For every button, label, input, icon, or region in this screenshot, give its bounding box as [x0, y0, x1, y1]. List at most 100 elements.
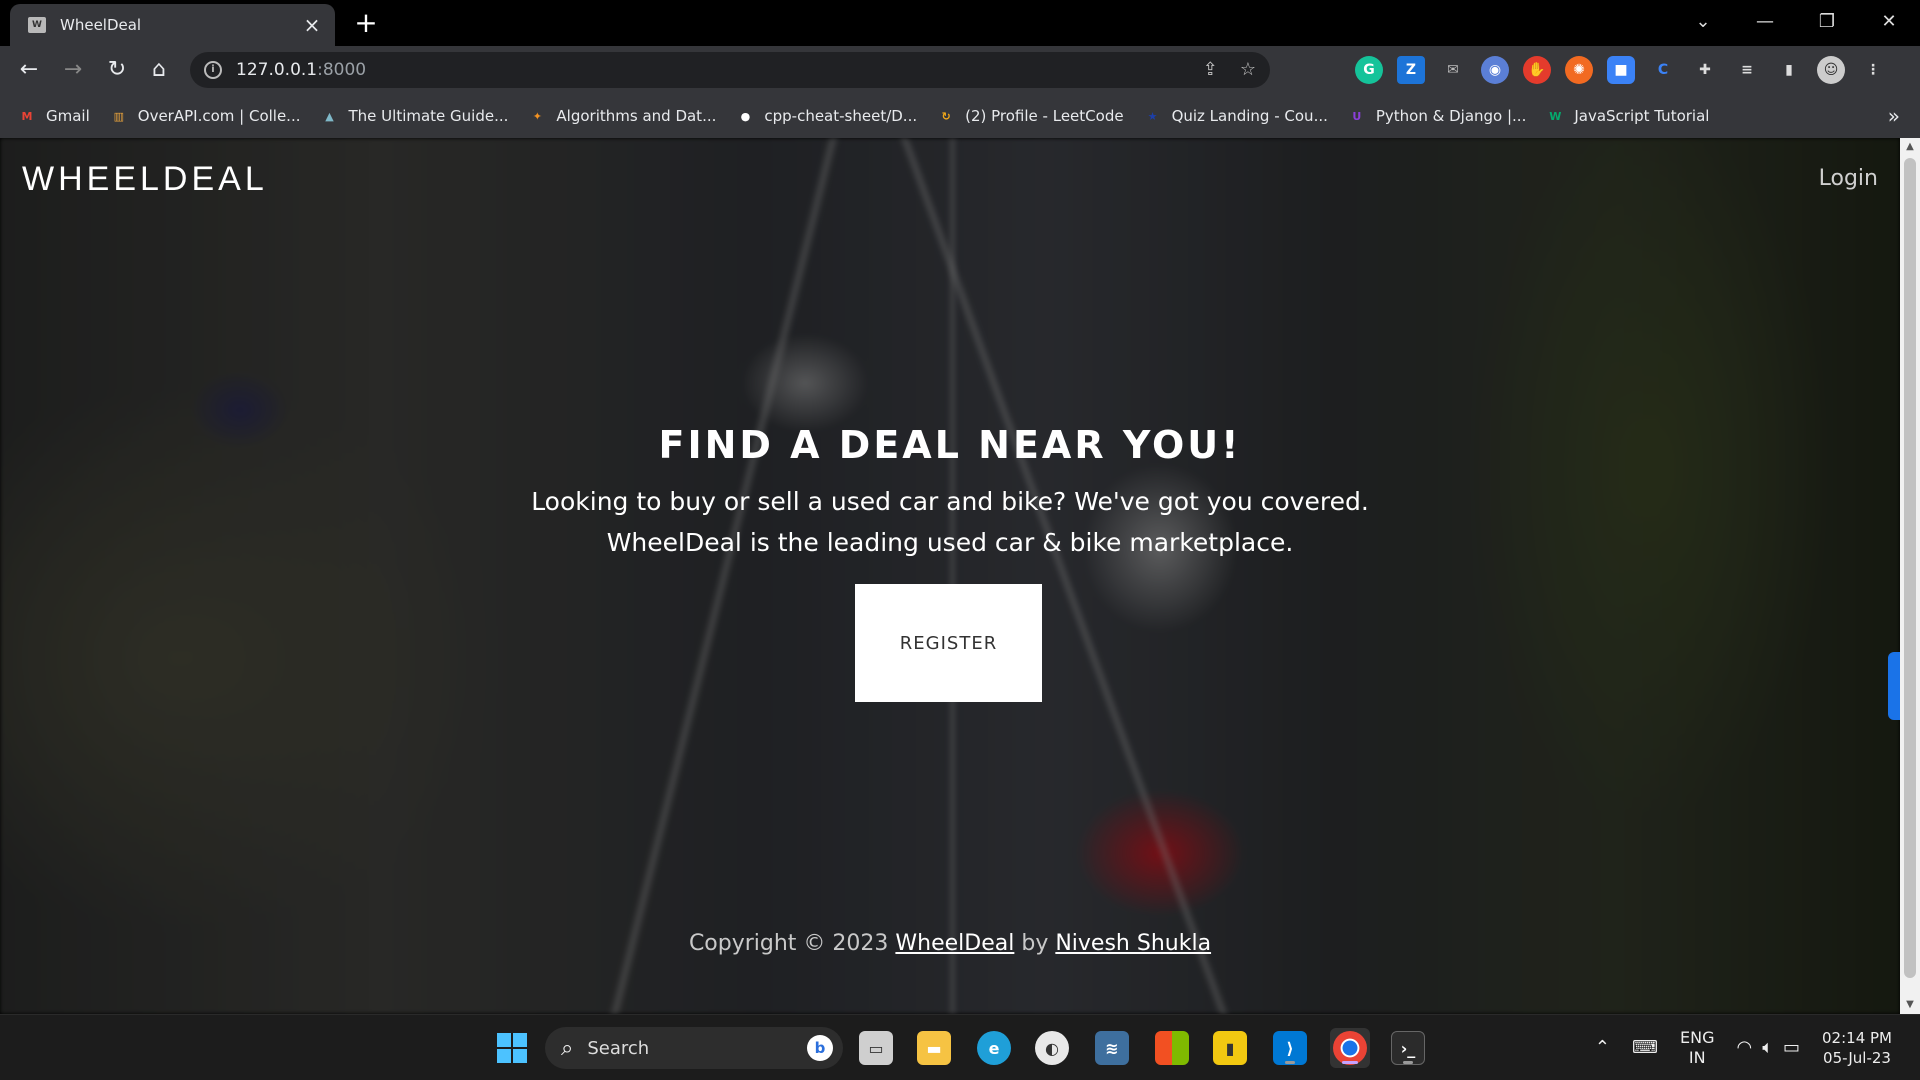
login-link[interactable]: Login	[1819, 166, 1878, 191]
clock[interactable]: 02:14 PM 05-Jul-23	[1822, 1028, 1892, 1068]
windows-taskbar: ⌕ Search b ▭ ▬ e ◐ ≋ ▮ ⟩ ›_ ⌃ ⌨ ENG IN ◠ …	[0, 1014, 1920, 1080]
bookmark-star-icon[interactable]: ☆	[1240, 59, 1256, 80]
scroll-up-icon[interactable]: ▲	[1900, 138, 1920, 156]
language-indicator[interactable]: ENG IN	[1680, 1028, 1714, 1068]
bookmark-favicon-icon: U	[1352, 109, 1362, 123]
zotero-icon[interactable]: Z	[1397, 56, 1425, 84]
store-icon	[1155, 1031, 1189, 1065]
task-view-button[interactable]: ▭	[856, 1028, 896, 1068]
site-favicon-icon: W	[28, 17, 46, 33]
bookmark-item[interactable]: ● cpp-cheat-sheet/D...	[736, 107, 918, 125]
page-scrollbar[interactable]: ▲ ▼	[1900, 138, 1920, 1014]
minimize-button[interactable]: —	[1734, 11, 1796, 32]
workbench-icon: ≋	[1095, 1031, 1129, 1065]
bookmark-favicon-icon: M	[21, 109, 33, 123]
close-window-button[interactable]: ✕	[1858, 11, 1920, 32]
folder-icon: ▬	[917, 1031, 951, 1065]
bookmark-favicon-icon: ✦	[532, 109, 543, 123]
dark-overlay	[0, 138, 1900, 1014]
running-indicator	[1285, 1061, 1295, 1064]
show-hidden-icons-icon[interactable]: ⌃	[1595, 1038, 1610, 1058]
volume-icon[interactable]: 🔈︎	[1762, 1038, 1773, 1058]
bookmark-item[interactable]: U Python & Django |...	[1348, 107, 1526, 125]
hero-section: FIND A DEAL NEAR YOU! Looking to buy or …	[0, 423, 1900, 563]
extension-blue-icon[interactable]: ■	[1607, 56, 1635, 84]
edge-button[interactable]: e	[974, 1028, 1014, 1068]
more-bookmarks-icon[interactable]: »	[1888, 104, 1900, 128]
home-button[interactable]: ⌂	[144, 55, 174, 85]
taskbar-search[interactable]: ⌕ Search b	[545, 1027, 843, 1069]
bookmark-label: Algorithms and Dat...	[556, 107, 717, 125]
bookmark-item[interactable]: W JavaScript Tutorial	[1546, 107, 1709, 125]
bing-icon[interactable]: b	[807, 1035, 833, 1061]
media-control-icon[interactable]: ≡	[1733, 56, 1761, 84]
side-panel-handle[interactable]	[1888, 652, 1900, 720]
search-icon: ⌕	[561, 1035, 574, 1061]
vscode-icon: ⟩	[1273, 1031, 1307, 1065]
tab-search-icon[interactable]: ⌄	[1672, 11, 1734, 32]
browser-toolbar: ← → ↻ ⌂ i 127.0.0.1:8000 ⇪ ☆ G Z ✉ ◉ ✋ ✺…	[0, 46, 1920, 94]
app-green-button[interactable]: ◐	[1032, 1028, 1072, 1068]
tab-title: WheelDeal	[60, 16, 142, 34]
bookmark-item[interactable]: ▥ OverAPI.com | Colle...	[110, 107, 301, 125]
bookmark-item[interactable]: ↻ (2) Profile - LeetCode	[937, 107, 1124, 125]
window-controls: ⌄ — ❐ ✕	[1672, 0, 1920, 42]
footer-brand-link[interactable]: WheelDeal	[895, 931, 1014, 956]
restore-button[interactable]: ❐	[1796, 11, 1858, 32]
bookmark-item[interactable]: ★ Quiz Landing - Cou...	[1144, 107, 1328, 125]
tab-strip: W WheelDeal × + ⌄ — ❐ ✕	[0, 0, 1920, 46]
mysql-workbench-button[interactable]: ≋	[1092, 1028, 1132, 1068]
extension-orange-icon[interactable]: ✺	[1565, 56, 1593, 84]
bookmark-favicon-icon: ▲	[325, 109, 334, 123]
bookmark-item[interactable]: M Gmail	[18, 107, 90, 125]
bookmark-favicon-icon: W	[1549, 109, 1562, 123]
start-button[interactable]	[492, 1028, 532, 1068]
file-explorer-button[interactable]: ▬	[914, 1028, 954, 1068]
bookmarks-bar: M Gmail ▥ OverAPI.com | Colle... ▲ The Ultima…	[0, 94, 1920, 138]
adblock-icon[interactable]: ✋	[1523, 56, 1551, 84]
bookmark-favicon-icon: ↻	[941, 109, 951, 123]
microsoft-store-button[interactable]	[1152, 1028, 1192, 1068]
back-button[interactable]: ←	[14, 55, 44, 85]
bookmark-favicon-icon: ●	[740, 109, 751, 123]
bookmark-item[interactable]: ✦ Algorithms and Dat...	[528, 107, 717, 125]
chrome-button[interactable]	[1330, 1028, 1370, 1068]
register-button[interactable]: REGISTER	[855, 584, 1042, 702]
active-indicator	[1342, 1061, 1358, 1064]
wifi-icon[interactable]: ◠	[1736, 1038, 1752, 1058]
terminal-button[interactable]: ›_	[1388, 1028, 1428, 1068]
keyboard-icon[interactable]: ⌨	[1632, 1038, 1658, 1058]
extensions-area: G Z ✉ ◉ ✋ ✺ ■ C ✚ ≡ ▮ ☺ ⋮	[1355, 56, 1887, 84]
bookmark-favicon-icon: ★	[1147, 109, 1158, 123]
scroll-down-icon[interactable]: ▼	[1900, 996, 1920, 1014]
side-panel-icon[interactable]: ▮	[1775, 56, 1803, 84]
grammarly-icon[interactable]: G	[1355, 56, 1383, 84]
extension-shield-icon[interactable]: ◉	[1481, 56, 1509, 84]
terminal-icon: ›_	[1391, 1031, 1425, 1065]
battery-icon[interactable]: ▭	[1783, 1038, 1800, 1058]
browser-tab[interactable]: W WheelDeal ×	[10, 4, 335, 46]
power-bi-button[interactable]: ▮	[1210, 1028, 1250, 1068]
mail-icon[interactable]: ✉	[1439, 56, 1467, 84]
extension-c-icon[interactable]: C	[1649, 56, 1677, 84]
edge-icon: e	[977, 1031, 1011, 1065]
reload-button[interactable]: ↻	[102, 55, 132, 85]
vscode-button[interactable]: ⟩	[1270, 1028, 1310, 1068]
site-info-icon[interactable]: i	[204, 61, 222, 79]
footer-author-link[interactable]: Nivesh Shukla	[1055, 931, 1211, 956]
site-brand-logo[interactable]: WHEELDEAL	[22, 160, 268, 199]
scrollbar-thumb[interactable]	[1904, 158, 1916, 978]
menu-kebab-icon[interactable]: ⋮	[1859, 56, 1887, 84]
new-tab-button[interactable]: +	[350, 8, 382, 40]
forward-button[interactable]: →	[58, 55, 88, 85]
system-tray: ⌃ ⌨ ENG IN ◠ 🔈︎ ▭ 02:14 PM 05-Jul-23	[1595, 1015, 1920, 1080]
share-icon[interactable]: ⇪	[1203, 59, 1218, 80]
bookmark-label: Python & Django |...	[1375, 107, 1527, 125]
close-tab-icon[interactable]: ×	[301, 13, 323, 37]
address-bar[interactable]: i 127.0.0.1:8000 ⇪ ☆	[190, 52, 1270, 88]
bookmark-item[interactable]: ▲ The Ultimate Guide...	[321, 107, 508, 125]
profile-avatar-icon[interactable]: ☺	[1817, 56, 1845, 84]
extensions-puzzle-icon[interactable]: ✚	[1691, 56, 1719, 84]
bookmark-label: OverAPI.com | Colle...	[137, 107, 301, 125]
url-text: 127.0.0.1:8000	[236, 60, 367, 80]
